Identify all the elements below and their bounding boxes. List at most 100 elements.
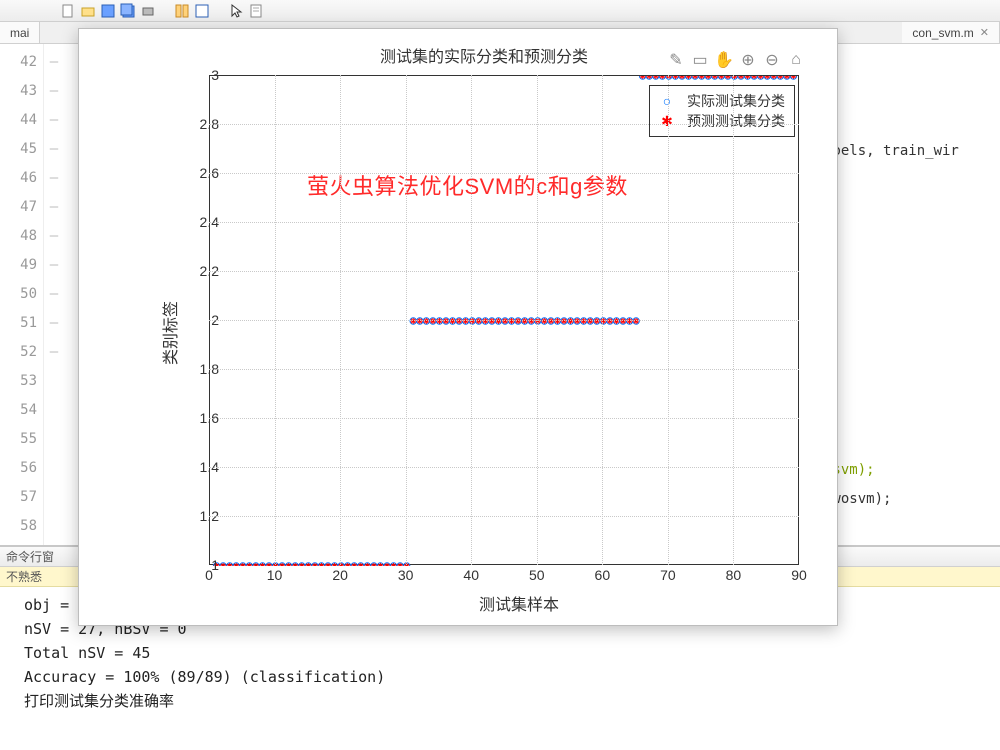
gridline-h	[209, 124, 799, 125]
gridline-h	[209, 271, 799, 272]
pan-icon[interactable]: ✋	[715, 51, 733, 69]
data-point-asterisk	[443, 318, 449, 324]
brush-icon[interactable]: ✎	[667, 51, 685, 69]
gridline-v	[668, 75, 669, 565]
main-toolbar	[0, 0, 1000, 22]
fold-dash: —	[44, 338, 64, 367]
line-number: 49	[0, 251, 37, 280]
tab-close-icon[interactable]: ✕	[980, 26, 989, 39]
fold-dash: —	[44, 309, 64, 338]
ytick-label: 3	[179, 67, 219, 83]
data-point-asterisk	[489, 318, 495, 324]
data-point-asterisk	[594, 318, 600, 324]
data-point-asterisk	[515, 318, 521, 324]
zoom-in-icon[interactable]: ⊕	[739, 51, 757, 69]
line-number: 44	[0, 106, 37, 135]
data-point-asterisk	[607, 318, 613, 324]
figure-window[interactable]: 测试集的实际分类和预测分类 ✎ ▭ ✋ ⊕ ⊖ ⌂ 类别标签 测试集样本 11.…	[78, 28, 838, 626]
print-icon[interactable]	[140, 3, 156, 19]
scatter-layer	[210, 76, 800, 566]
gridline-h	[209, 222, 799, 223]
save-icon[interactable]	[100, 3, 116, 19]
data-point-asterisk	[561, 318, 567, 324]
gridline-v	[602, 75, 603, 565]
gridline-v	[733, 75, 734, 565]
line-number: 43	[0, 77, 37, 106]
gridline-v	[537, 75, 538, 565]
x-axis-label: 测试集样本	[109, 591, 819, 615]
data-point-asterisk	[528, 318, 534, 324]
xtick-label: 90	[791, 567, 807, 583]
tab-left-label: mai	[10, 26, 29, 40]
line-number: 42	[0, 48, 37, 77]
gridline-v	[406, 75, 407, 565]
data-point-asterisk	[535, 318, 541, 324]
doc-icon[interactable]	[248, 3, 264, 19]
fold-dash: —	[44, 164, 64, 193]
xtick-label: 60	[595, 567, 611, 583]
fold-dash: —	[44, 251, 64, 280]
open-icon[interactable]	[80, 3, 96, 19]
code-fragment-1: abels, train_wir	[824, 137, 959, 166]
fold-dash: —	[44, 48, 64, 77]
data-point-asterisk	[587, 318, 593, 324]
line-number: 46	[0, 164, 37, 193]
chart-legend[interactable]: ○ 实际测试集分类 ✱ 预测测试集分类	[649, 85, 795, 137]
xtick-label: 40	[463, 567, 479, 583]
line-number: 45	[0, 135, 37, 164]
line-number: 52	[0, 338, 37, 367]
data-point-asterisk	[476, 318, 482, 324]
y-axis-label: 类别标签	[157, 301, 181, 365]
home-icon[interactable]: ⌂	[787, 51, 805, 69]
line-number: 48	[0, 222, 37, 251]
line-number: 53	[0, 367, 37, 396]
xtick-label: 10	[267, 567, 283, 583]
gridline-v	[471, 75, 472, 565]
data-point-asterisk	[554, 318, 560, 324]
zoom-out-icon[interactable]: ⊖	[763, 51, 781, 69]
line-number: 47	[0, 193, 37, 222]
datatip-icon[interactable]: ▭	[691, 51, 709, 69]
line-gutter: 4243444546474849505152535455565758	[0, 44, 44, 545]
dock-icon[interactable]	[174, 3, 190, 19]
gridline-h	[209, 173, 799, 174]
gridline-h	[209, 320, 799, 321]
new-file-icon[interactable]	[60, 3, 76, 19]
xtick-label: 70	[660, 567, 676, 583]
data-point-asterisk	[633, 318, 639, 324]
data-point-asterisk	[574, 318, 580, 324]
tab-right[interactable]: con_svm.m ✕	[902, 22, 1000, 43]
fold-dash: —	[44, 135, 64, 164]
gridline-h	[209, 369, 799, 370]
line-number: 55	[0, 425, 37, 454]
fold-dash: —	[44, 106, 64, 135]
cursor-icon[interactable]	[228, 3, 244, 19]
save-all-icon[interactable]	[120, 3, 136, 19]
data-point-asterisk	[627, 318, 633, 324]
fold-dash: —	[44, 222, 64, 251]
fold-column: ———————————	[44, 44, 64, 545]
line-number: 54	[0, 396, 37, 425]
data-point-asterisk	[463, 318, 469, 324]
tab-left[interactable]: mai	[0, 22, 40, 43]
window-icon[interactable]	[194, 3, 210, 19]
plot-area: 测试集的实际分类和预测分类 ✎ ▭ ✋ ⊕ ⊖ ⌂ 类别标签 测试集样本 11.…	[109, 43, 819, 623]
gridline-h	[209, 516, 799, 517]
legend-label-actual: 实际测试集分类	[687, 91, 785, 111]
legend-row-predict: ✱ 预测测试集分类	[657, 111, 785, 131]
xtick-label: 0	[205, 567, 213, 583]
gridline-v	[275, 75, 276, 565]
xtick-label: 80	[726, 567, 742, 583]
line-number: 56	[0, 454, 37, 483]
fold-dash: —	[44, 77, 64, 106]
line-number: 51	[0, 309, 37, 338]
gridline-h	[209, 467, 799, 468]
xtick-label: 30	[398, 567, 414, 583]
data-point-asterisk	[469, 318, 475, 324]
data-point-asterisk	[620, 318, 626, 324]
xtick-label: 20	[332, 567, 348, 583]
xtick-label: 50	[529, 567, 545, 583]
gridline-h	[209, 418, 799, 419]
figure-toolbar: ✎ ▭ ✋ ⊕ ⊖ ⌂	[667, 51, 805, 69]
data-point-asterisk	[548, 318, 554, 324]
